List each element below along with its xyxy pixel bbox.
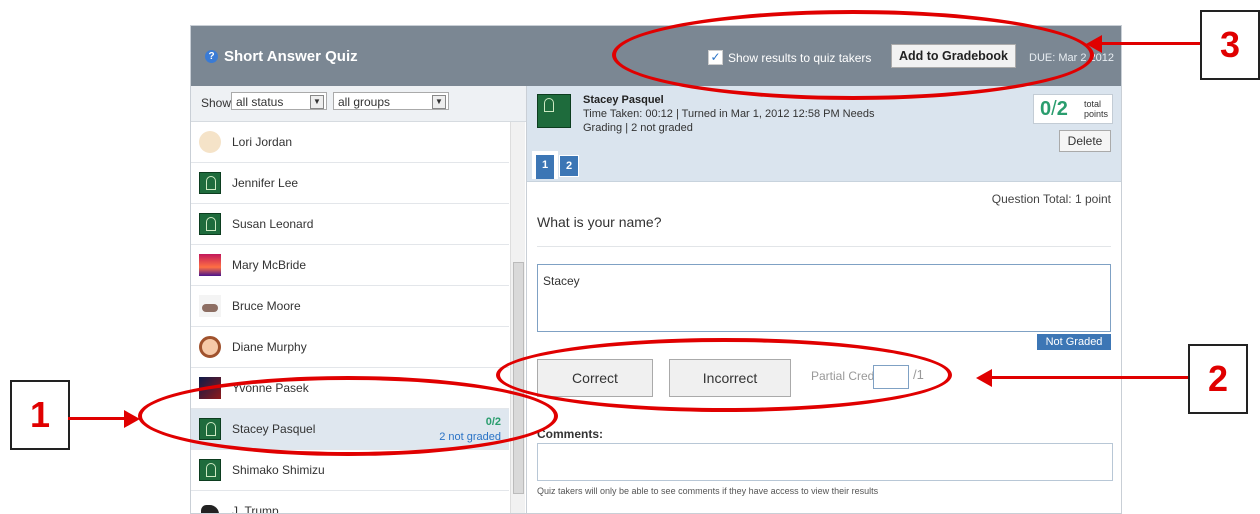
student-name: Shimako Shimizu [232,463,325,477]
submission-student-name: Stacey Pasquel [583,94,664,106]
annotation-ellipse-2 [496,338,952,412]
total-points-label: total points [1084,99,1109,119]
quiz-title-text: Short Answer Quiz [224,48,358,65]
student-row[interactable]: Diane Murphy [191,327,509,368]
student-row[interactable]: Susan Leonard [191,204,509,245]
not-graded-badge: Not Graded [1037,334,1111,350]
quiz-icon: ? [205,50,218,63]
comments-note: Quiz takers will only be able to see com… [537,486,879,496]
student-name: Jennifer Lee [232,176,299,190]
comments-label: Comments: [537,427,604,441]
status-filter-value: all status [236,95,284,109]
student-name: Bruce Moore [232,299,301,313]
student-row[interactable]: Shimako Shimizu [191,450,509,491]
chevron-down-icon[interactable]: ▼ [310,95,324,109]
arrow-2 [990,376,1188,379]
student-row[interactable]: Bruce Moore [191,286,509,327]
callout-3: 3 [1200,10,1260,80]
group-filter-select[interactable]: all groups ▼ [333,92,449,110]
score-value: 0 [1040,98,1052,120]
callout-2: 2 [1188,344,1248,414]
shoes-photo-avatar [199,295,221,317]
sunset-photo-avatar [199,254,221,276]
grading-panel: Stacey Pasquel Time Taken: 00:12 | Turne… [527,86,1121,513]
default-avatar-icon [199,459,221,481]
student-answer-box: Stacey [537,264,1111,332]
arrow-head-icon [976,369,992,387]
default-avatar-icon [199,172,221,194]
show-label: Show [201,96,232,110]
question-tab-2[interactable]: 2 [559,155,579,177]
submission-header: Stacey Pasquel Time Taken: 00:12 | Turne… [527,86,1121,182]
student-name: Susan Leonard [232,217,314,231]
chevron-down-icon[interactable]: ▼ [432,95,446,109]
default-avatar-icon [199,213,221,235]
question-text: What is your name? [537,214,662,230]
group-filter-value: all groups [338,95,391,109]
arrow-3 [1100,42,1200,45]
points-score: 0/2 [1040,98,1068,120]
arrow-head-icon [124,410,140,428]
delete-button[interactable]: Delete [1059,130,1111,152]
annotation-ellipse-1 [138,376,558,456]
arrow-head-icon [1086,35,1102,53]
cartoon-face-avatar [199,131,221,153]
girl-face-avatar [199,336,221,358]
comments-input[interactable] [537,443,1113,481]
default-avatar-icon [537,94,571,128]
question-total: Question Total: 1 point [991,192,1111,206]
annotation-ellipse-3 [612,10,1094,100]
student-name: J. Trump [232,504,279,514]
student-row[interactable]: Jennifer Lee [191,163,509,204]
student-list-scrollbar[interactable] [510,122,525,513]
student-name: Lori Jordan [232,135,293,149]
student-row[interactable]: Lori Jordan [191,122,509,163]
question-tab-1[interactable]: 1 [532,151,558,179]
callout-1: 1 [10,380,70,450]
student-row[interactable]: J. Trump [191,491,509,514]
points-summary: 0/2 total points [1033,94,1113,124]
student-row[interactable]: Mary McBride [191,245,509,286]
filter-bar: Show all status ▼ all groups ▼ [191,86,526,122]
status-filter-select[interactable]: all status ▼ [231,92,327,110]
submission-meta: Time Taken: 00:12 | Turned in Mar 1, 201… [583,108,875,134]
total-value: 2 [1056,98,1068,120]
student-name: Diane Murphy [232,340,307,354]
student-name: Mary McBride [232,258,307,272]
divider [537,246,1111,247]
arrow-1 [68,417,128,420]
student-answer: Stacey [543,274,580,288]
quiz-title: ? Short Answer Quiz [205,48,358,65]
